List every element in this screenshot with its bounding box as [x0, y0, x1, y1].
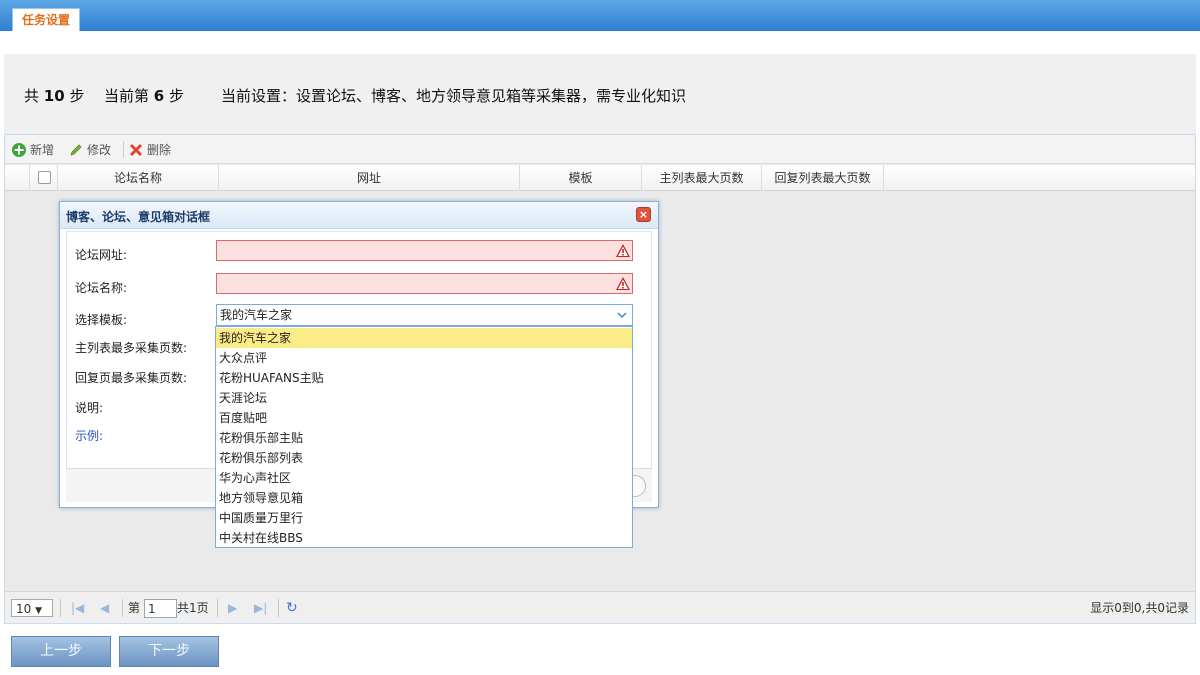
grid-header: 论坛名称 网址 模板 主列表最大页数 回复列表最大页数: [5, 165, 1195, 191]
column-header[interactable]: 主列表最大页数: [642, 165, 762, 191]
step-total: 共 10 步: [24, 87, 85, 105]
refresh-icon[interactable]: ↻: [286, 599, 298, 617]
template-option[interactable]: 花粉俱乐部主贴: [216, 428, 632, 448]
template-option[interactable]: 天涯论坛: [216, 388, 632, 408]
forum-url-input[interactable]: [216, 240, 633, 261]
page-label: 第: [128, 601, 141, 615]
template-select[interactable]: 我的汽车之家: [216, 304, 633, 326]
template-option[interactable]: 花粉HUAFANS主贴: [216, 368, 632, 388]
edit-button[interactable]: 修改: [68, 141, 111, 158]
dialog-header: 博客、论坛、意见箱对话框 ×: [60, 202, 658, 229]
main-pages-label: 主列表最多采集页数:: [75, 341, 188, 355]
reply-pages-label: 回复页最多采集页数:: [75, 371, 188, 385]
column-header[interactable]: 网址: [219, 165, 520, 191]
delete-x-icon: [128, 142, 144, 158]
next-step-button[interactable]: 下一步: [119, 636, 219, 667]
template-dropdown-list: 我的汽车之家 大众点评 花粉HUAFANS主贴 天涯论坛 百度贴吧 花粉俱乐部主…: [215, 326, 633, 548]
toolbar-separator: [123, 141, 124, 158]
add-button[interactable]: 新增: [11, 141, 54, 158]
name-label: 论坛名称:: [75, 281, 128, 295]
step-current: 当前第 6 步: [104, 87, 185, 105]
template-select-value: 我的汽车之家: [220, 308, 293, 322]
prev-step-button[interactable]: 上一步: [11, 636, 111, 667]
template-label: 选择模板:: [75, 313, 128, 327]
record-summary: 显示0到0,共0记录: [1090, 601, 1189, 615]
page-number-input[interactable]: 1: [144, 599, 177, 618]
page-size-select[interactable]: 10 ▼: [11, 599, 53, 617]
template-option[interactable]: 中国质量万里行: [216, 508, 632, 528]
plus-icon: [11, 142, 27, 158]
template-option[interactable]: 地方领导意见箱: [216, 488, 632, 508]
pager-separator: [122, 599, 123, 617]
warning-icon: [616, 277, 630, 290]
url-label: 论坛网址:: [75, 248, 128, 262]
pager-separator: [278, 599, 279, 617]
column-header[interactable]: 论坛名称: [58, 165, 219, 191]
delete-button[interactable]: 删除: [128, 141, 171, 158]
forum-name-input[interactable]: [216, 273, 633, 294]
template-option[interactable]: 我的汽车之家: [216, 328, 632, 348]
tab-task-settings[interactable]: 任务设置: [12, 8, 81, 31]
first-page-icon[interactable]: |◀: [71, 599, 84, 617]
example-link[interactable]: 示例:: [75, 427, 103, 444]
dialog-title: 博客、论坛、意见箱对话框: [66, 210, 211, 224]
pager-separator: [60, 599, 61, 617]
dropdown-arrow-icon: ▼: [35, 606, 43, 616]
description-label: 说明:: [75, 401, 104, 415]
row-number-header: [5, 165, 30, 191]
column-header[interactable]: 回复列表最大页数: [762, 165, 884, 191]
template-option[interactable]: 大众点评: [216, 348, 632, 368]
last-page-icon[interactable]: ▶|: [254, 599, 267, 617]
pencil-icon: [68, 142, 84, 158]
template-option[interactable]: 花粉俱乐部列表: [216, 448, 632, 468]
column-header[interactable]: 模板: [520, 165, 642, 191]
page-total: 共1页: [177, 601, 209, 615]
pager-separator: [217, 599, 218, 617]
template-option[interactable]: 华为心声社区: [216, 468, 632, 488]
top-bar: 任务设置: [0, 0, 1200, 31]
select-all-checkbox[interactable]: [38, 171, 51, 184]
prev-page-icon[interactable]: ◀: [100, 599, 109, 617]
grid-toolbar: 新增 修改 删除: [5, 135, 1195, 164]
close-icon[interactable]: ×: [636, 207, 651, 222]
warning-icon: [616, 244, 630, 257]
pagination-bar: 10 ▼ |◀ ◀ 第 1 共1页 ▶ ▶| ↻ 显示0到0,共0记录: [5, 591, 1195, 623]
template-option[interactable]: 百度贴吧: [216, 408, 632, 428]
step-info-bar: 共 10 步 当前第 6 步 当前设置：设置论坛、博客、地方领导意见箱等采集器，…: [4, 54, 1196, 134]
step-description: 当前设置：设置论坛、博客、地方领导意见箱等采集器，需专业化知识: [221, 87, 687, 105]
next-page-icon[interactable]: ▶: [228, 599, 237, 617]
template-option[interactable]: 中关村在线BBS: [216, 528, 632, 548]
